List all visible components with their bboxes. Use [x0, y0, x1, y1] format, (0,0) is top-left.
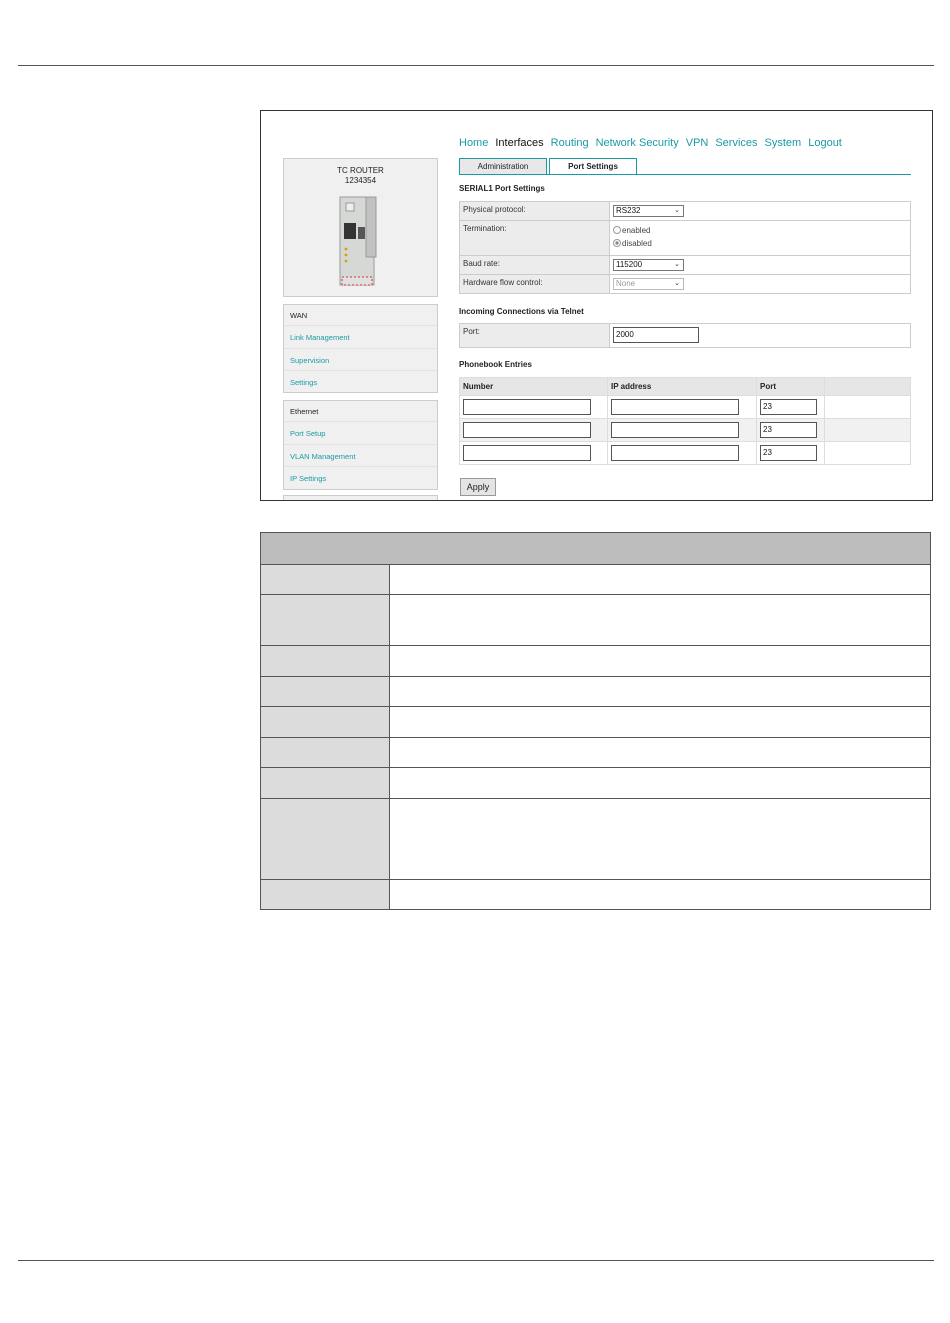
telnet-port-input[interactable]: 2000 [613, 327, 699, 343]
sidebar-ethernet-title: Ethernet [284, 401, 437, 422]
radio-disabled[interactable] [613, 239, 621, 247]
chevron-down-icon: ⌄ [674, 261, 680, 268]
sidebar-item-settings[interactable]: Settings [284, 371, 437, 394]
nav-interfaces[interactable]: Interfaces [495, 137, 543, 149]
table-row [260, 767, 931, 799]
baud-rate-value: 115200 [616, 260, 643, 269]
tab-administration[interactable]: Administration [459, 158, 547, 175]
termination-enabled-option[interactable]: enabled [613, 224, 907, 237]
table-row [260, 798, 931, 880]
footer-rule [18, 1260, 934, 1261]
table-row [260, 645, 931, 677]
hardware-flow-control-value: None [616, 279, 636, 288]
phonebook-ip-input[interactable] [611, 445, 739, 461]
phonebook-port-input[interactable]: 23 [760, 445, 817, 461]
device-panel: TC ROUTER 1234354 [283, 158, 438, 297]
nav-network-security[interactable]: Network Security [596, 137, 679, 149]
table-row [260, 676, 931, 707]
phonebook-header-ip: IP address [607, 377, 757, 396]
sidebar-wan-group: WAN Link Management Supervision Settings [283, 304, 438, 393]
phonebook-ip-input[interactable] [611, 399, 739, 415]
router-device-icon [339, 196, 377, 286]
physical-protocol-value: RS232 [616, 206, 641, 215]
table-row [260, 594, 931, 646]
sidebar-wan-title: WAN [284, 305, 437, 326]
hardware-flow-control-select[interactable]: None ⌄ [613, 278, 684, 290]
table-row: 23 [459, 418, 911, 442]
nav-services[interactable]: Services [715, 137, 757, 149]
phonebook-port-input[interactable]: 23 [760, 399, 817, 415]
baud-rate-label: Baud rate: [459, 255, 610, 275]
nav-home[interactable]: Home [459, 137, 488, 149]
phonebook-number-input[interactable] [463, 399, 591, 415]
telnet-table: Port: 2000 [459, 323, 911, 348]
nav-logout[interactable]: Logout [808, 137, 842, 149]
device-serial: 1234354 [344, 176, 377, 185]
phonebook-number-input[interactable] [463, 445, 591, 461]
physical-protocol-label: Physical protocol: [459, 201, 610, 221]
sidebar-item-link-management[interactable]: Link Management [284, 326, 437, 349]
sidebar-item-ip-settings[interactable]: IP Settings [284, 467, 437, 490]
table-row [260, 737, 931, 768]
header-rule [18, 65, 934, 66]
table-row: 23 [459, 395, 911, 419]
termination-label: Termination: [459, 220, 610, 256]
router-web-ui-screenshot: TC ROUTER 1234354 WAN Link Management Su… [260, 110, 933, 501]
phonebook-header-empty [824, 377, 911, 396]
sidebar-next-group [283, 495, 438, 500]
tab-divider [459, 174, 911, 175]
telnet-section-title: Incoming Connections via Telnet [459, 307, 584, 316]
top-navigation: Home Interfaces Routing Network Security VPN… [459, 137, 849, 149]
termination-disabled-option[interactable]: disabled [613, 237, 907, 250]
table-row: 23 [459, 441, 911, 465]
telnet-port-label: Port: [459, 323, 610, 348]
sidebar-item-vlan-management[interactable]: VLAN Management [284, 445, 437, 467]
termination-enabled-label: enabled [622, 226, 651, 235]
chevron-down-icon: ⌄ [674, 280, 680, 287]
table-row [260, 564, 931, 595]
phonebook-section-title: Phonebook Entries [459, 360, 532, 369]
radio-enabled[interactable] [613, 226, 621, 234]
sidebar-item-port-setup[interactable]: Port Setup [284, 422, 437, 445]
phonebook-number-input[interactable] [463, 422, 591, 438]
nav-vpn[interactable]: VPN [686, 137, 709, 149]
serial-settings-table: Physical protocol: RS232 ⌄ Termination: e… [459, 201, 911, 294]
device-name: TC ROUTER [337, 166, 384, 175]
hardware-flow-control-label: Hardware flow control: [459, 274, 610, 294]
sidebar-ethernet-group: Ethernet Port Setup VLAN Management IP S… [283, 400, 438, 490]
apply-button[interactable]: Apply [460, 478, 496, 496]
parameter-description-table [260, 532, 931, 910]
termination-disabled-label: disabled [622, 239, 652, 248]
table-row [260, 706, 931, 738]
serial-section-title: SERIAL1 Port Settings [459, 184, 545, 193]
parameter-table-header [260, 532, 931, 565]
nav-system[interactable]: System [765, 137, 802, 149]
phonebook-table: Number IP address Port 23 23 23 [459, 377, 911, 465]
physical-protocol-select[interactable]: RS232 ⌄ [613, 205, 684, 217]
phonebook-header-number: Number [459, 377, 608, 396]
chevron-down-icon: ⌄ [674, 207, 680, 214]
tab-port-settings[interactable]: Port Settings [549, 158, 637, 175]
table-row [260, 879, 931, 910]
phonebook-port-input[interactable]: 23 [760, 422, 817, 438]
nav-routing[interactable]: Routing [551, 137, 589, 149]
baud-rate-select[interactable]: 115200 ⌄ [613, 259, 684, 271]
phonebook-ip-input[interactable] [611, 422, 739, 438]
phonebook-header-port: Port [756, 377, 825, 396]
sidebar-item-supervision[interactable]: Supervision [284, 349, 437, 371]
